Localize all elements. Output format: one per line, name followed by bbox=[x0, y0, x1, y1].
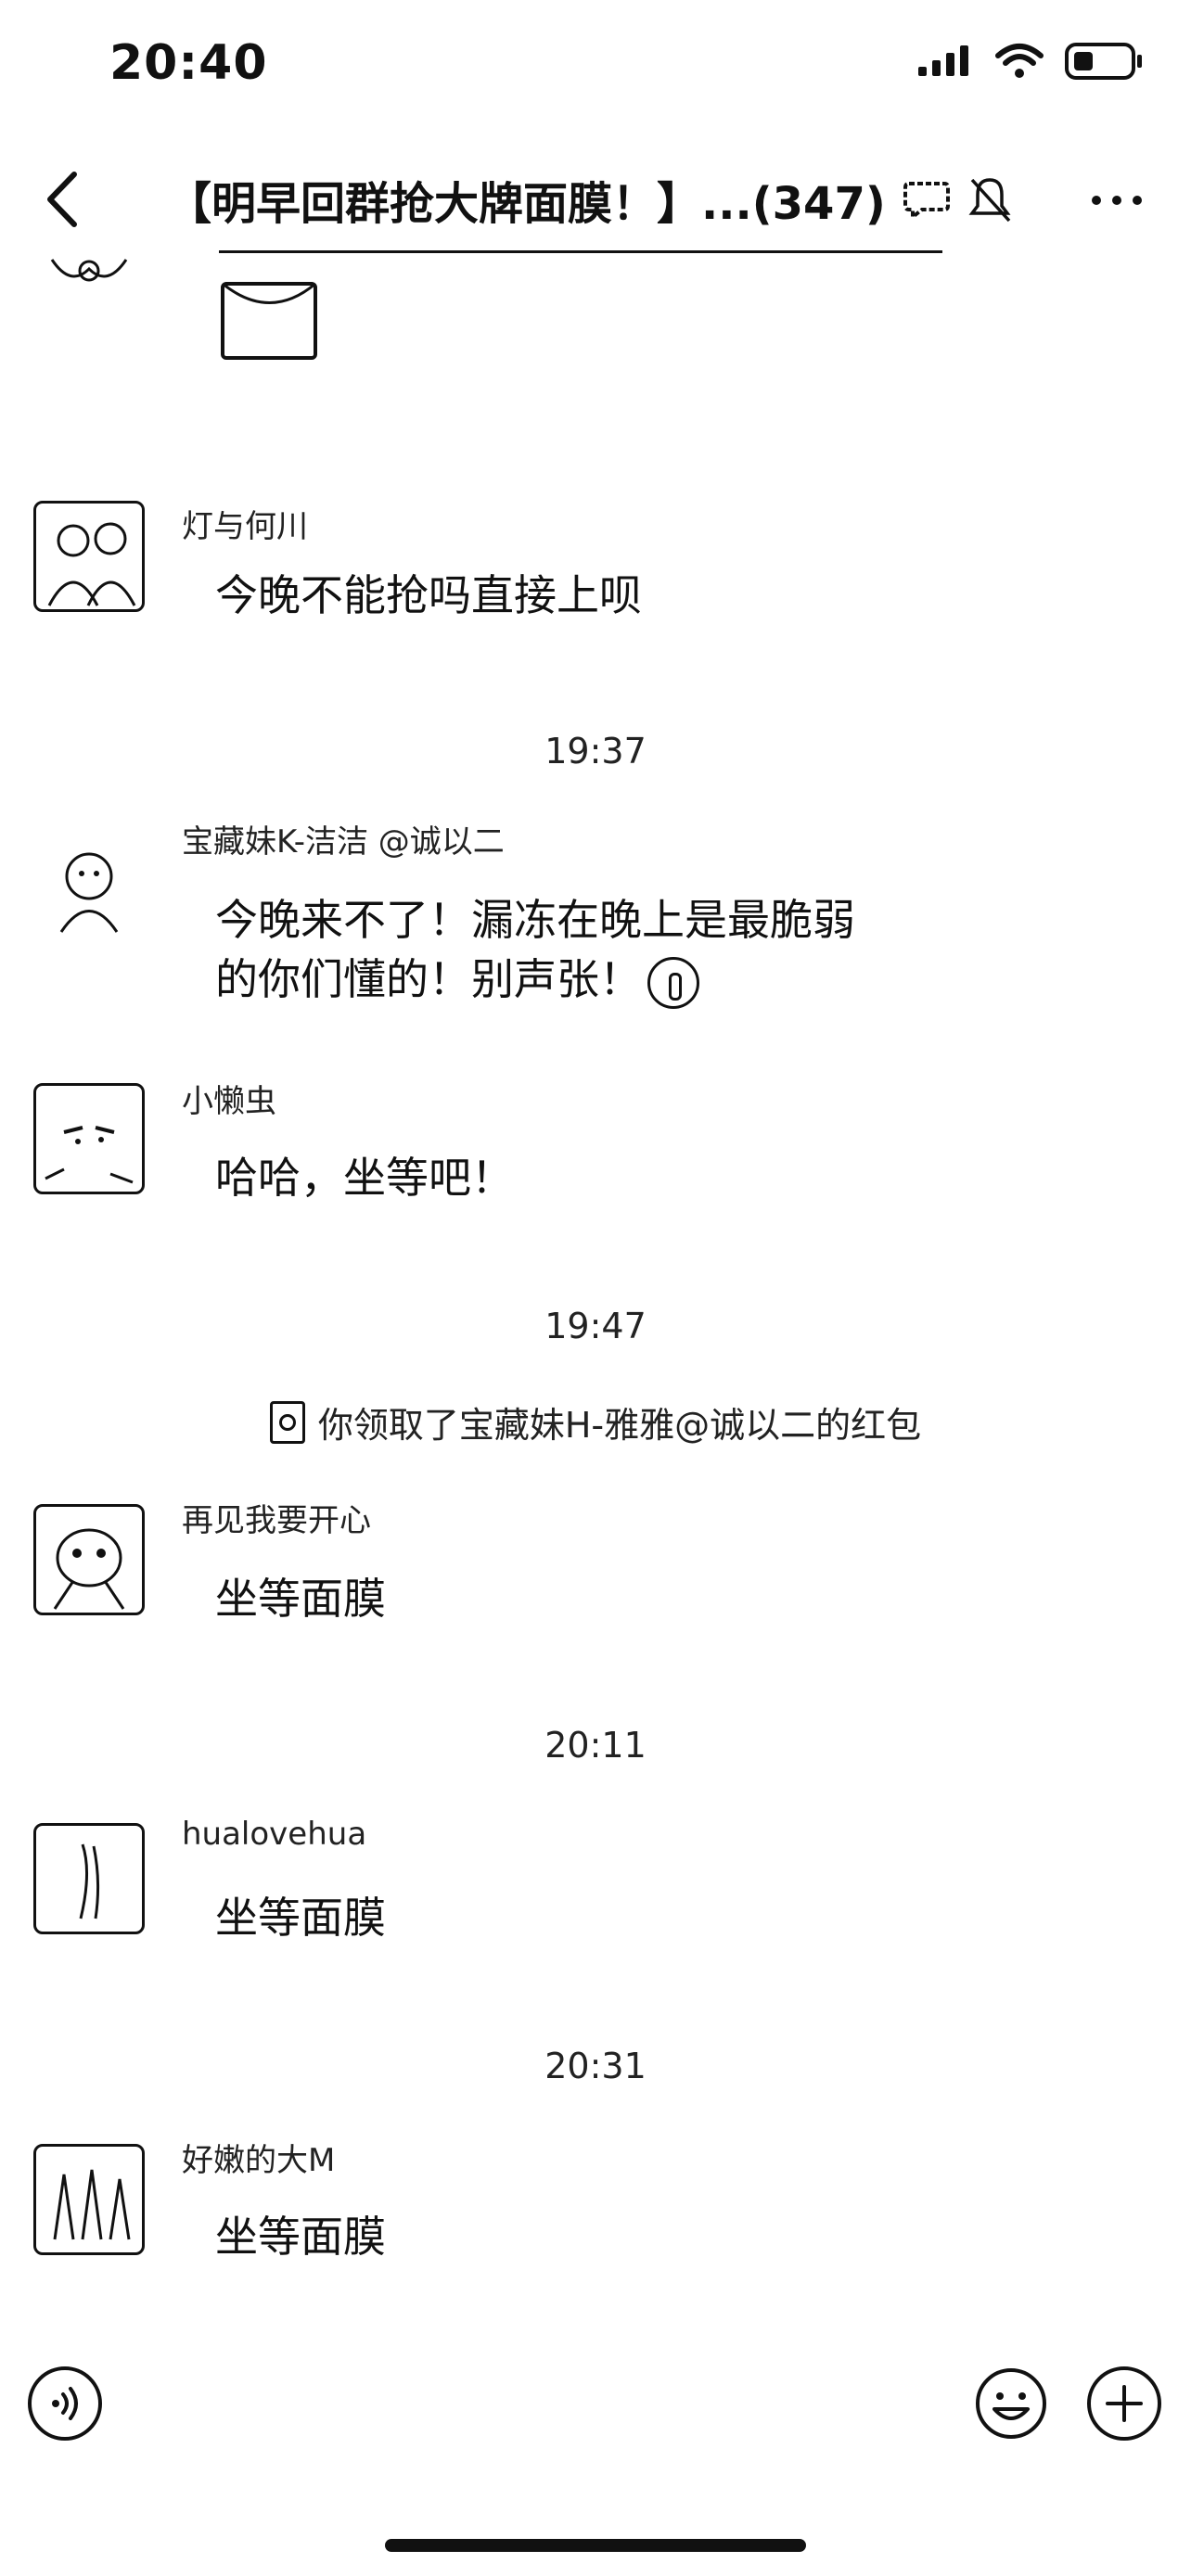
chat-bubble-icon bbox=[903, 182, 950, 222]
red-packet-icon bbox=[269, 1400, 305, 1444]
system-notice: 你领取了宝藏妹H-雅雅@诚以二的红包 bbox=[0, 1396, 1191, 1447]
message-text[interactable]: 坐等面膜 bbox=[215, 1888, 386, 1947]
sender-name: 再见我要开心 bbox=[182, 1502, 371, 1539]
timestamp: 20:31 bbox=[544, 2046, 647, 2086]
avatar[interactable] bbox=[33, 835, 145, 946]
avatar bbox=[50, 259, 128, 282]
avatar-image bbox=[79, 1843, 100, 1919]
divider bbox=[219, 250, 942, 253]
status-time: 20:40 bbox=[109, 35, 268, 91]
sender-name: 小懒虫 bbox=[182, 1083, 276, 1120]
more-dots-icon[interactable] bbox=[1089, 182, 1145, 219]
message-text-line-2: 的你们懂的！别声张！ bbox=[215, 950, 855, 1009]
avatar[interactable] bbox=[33, 2144, 145, 2255]
wifi-icon bbox=[995, 44, 1044, 78]
message-text-line: 今晚来不了！漏冻在晚上是最脆弱 bbox=[215, 895, 855, 945]
home-indicator[interactable] bbox=[385, 2539, 806, 2552]
emoji-icon[interactable] bbox=[974, 2366, 1048, 2441]
avatar-image bbox=[53, 1528, 125, 1610]
avatar[interactable] bbox=[33, 1504, 145, 1615]
status-icons bbox=[916, 42, 1145, 81]
avatar-image bbox=[47, 522, 136, 606]
avatar[interactable] bbox=[33, 1823, 145, 1934]
sender-name: 灯与何川 bbox=[182, 508, 308, 545]
chat-screen: 20:40 【明早回群抢大牌面膜！】...(347) 灯与何川 今晚不能抢吗直接… bbox=[0, 0, 1191, 2576]
nav-icons bbox=[902, 174, 1013, 224]
voice-icon bbox=[52, 2387, 78, 2420]
timestamp: 20:11 bbox=[544, 1725, 647, 1766]
timestamp: 19:47 bbox=[544, 1306, 647, 1346]
sender-name: hualovehua bbox=[182, 1816, 367, 1853]
shush-emoji-icon bbox=[647, 956, 699, 1009]
cellular-signal-icon bbox=[918, 45, 968, 76]
plus-icon bbox=[1106, 2385, 1143, 2422]
message-text[interactable]: 今晚来不了！漏冻在晚上是最脆弱 的你们懂的！别声张！ bbox=[215, 890, 855, 1009]
message-text-line: 的你们懂的！别声张！ bbox=[215, 954, 642, 1004]
avatar[interactable] bbox=[33, 1083, 145, 1194]
sender-name: 好嫩的大M bbox=[182, 2142, 336, 2179]
input-bar bbox=[0, 2355, 1191, 2457]
sender-name: 宝藏妹K-洁洁 @诚以二 bbox=[182, 823, 505, 861]
timestamp: 19:37 bbox=[544, 731, 647, 772]
message-text[interactable]: 坐等面膜 bbox=[215, 2207, 386, 2266]
voice-button[interactable] bbox=[28, 2366, 102, 2441]
chat-title-text: 【明早回群抢大牌面膜！】...(347) bbox=[167, 178, 886, 230]
avatar[interactable] bbox=[33, 501, 145, 612]
chevron-left-icon[interactable] bbox=[37, 167, 93, 232]
bell-muted-icon bbox=[968, 178, 1011, 223]
status-bar: 20:40 bbox=[0, 0, 1191, 139]
message-text[interactable]: 今晚不能抢吗直接上呗 bbox=[215, 566, 642, 625]
partial-message bbox=[0, 250, 1191, 389]
avatar-image bbox=[53, 2169, 131, 2240]
avatar-image bbox=[45, 1126, 134, 1184]
red-packet-icon[interactable] bbox=[219, 280, 321, 363]
plus-button[interactable] bbox=[1087, 2366, 1161, 2441]
message-text[interactable]: 坐等面膜 bbox=[215, 1569, 386, 1628]
battery-icon bbox=[1065, 43, 1142, 80]
system-notice-text[interactable]: 你领取了宝藏妹H-雅雅@诚以二的红包 bbox=[318, 1396, 921, 1447]
message-text[interactable]: 哈哈，坐等吧！ bbox=[215, 1148, 514, 1207]
avatar-image bbox=[59, 852, 119, 933]
chat-title: 【明早回群抢大牌面膜！】...(347) bbox=[167, 167, 886, 232]
nav-bar: 【明早回群抢大牌面膜！】...(347) bbox=[0, 148, 1191, 250]
